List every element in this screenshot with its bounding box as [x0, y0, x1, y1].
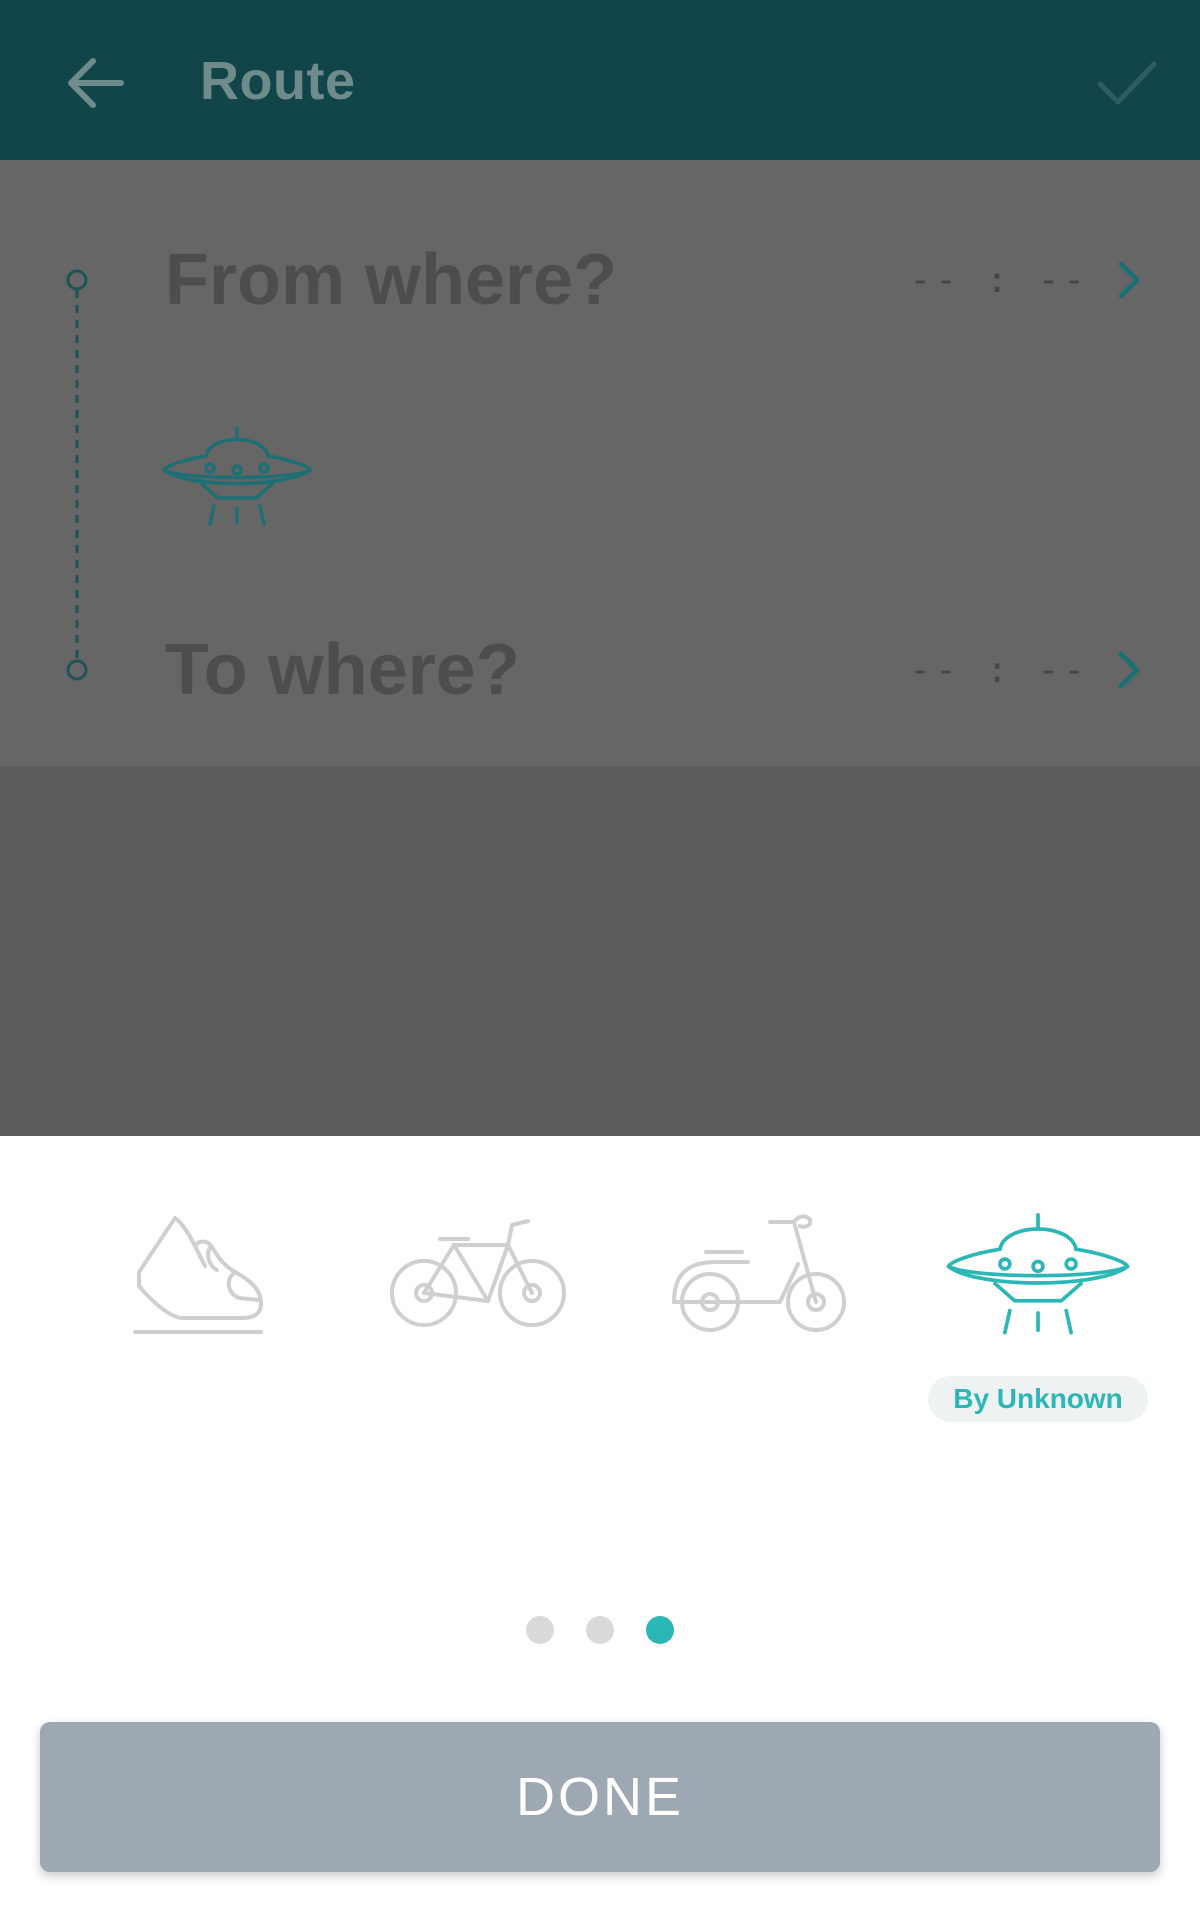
confirm-button[interactable]	[1082, 40, 1172, 126]
done-button[interactable]: DONE	[40, 1722, 1160, 1872]
mode-walk-option[interactable]	[100, 1200, 300, 1350]
mode-bicycle-option[interactable]	[378, 1200, 578, 1350]
chevron-right-icon	[1118, 261, 1140, 299]
scrim-overlay[interactable]	[0, 766, 1200, 1136]
page-indicator	[0, 1616, 1200, 1646]
page-dot-active[interactable]	[646, 1616, 674, 1644]
back-button[interactable]	[52, 40, 138, 126]
chevron-right-icon	[1118, 651, 1140, 689]
shoe-icon	[133, 1216, 263, 1334]
page-title: Route	[200, 51, 356, 111]
ufo-icon	[162, 426, 312, 526]
scooter-icon	[672, 1214, 846, 1332]
mode-scooter-option[interactable]	[660, 1200, 860, 1350]
route-timeline	[66, 269, 88, 681]
selected-mode-badge: By Unknown	[928, 1376, 1148, 1422]
to-time: -- : --	[909, 649, 1089, 691]
to-label: To where?	[165, 630, 520, 710]
from-time: -- : --	[909, 259, 1089, 301]
bicycle-icon	[390, 1219, 566, 1327]
page-dot[interactable]	[586, 1616, 614, 1644]
mode-unknown-option[interactable]	[938, 1200, 1138, 1350]
to-row[interactable]: To where? -- : --	[165, 620, 1145, 720]
ufo-icon	[946, 1213, 1130, 1335]
route-screen: Route From where? -- : -- To where? --:…	[0, 0, 1200, 1913]
page-dot[interactable]	[526, 1616, 554, 1644]
from-label: From where?	[165, 240, 618, 320]
from-row[interactable]: From where? -- : --	[165, 230, 1145, 330]
check-icon	[1097, 61, 1157, 105]
arrow-left-icon	[68, 58, 124, 108]
app-bar: Route	[0, 0, 1200, 160]
